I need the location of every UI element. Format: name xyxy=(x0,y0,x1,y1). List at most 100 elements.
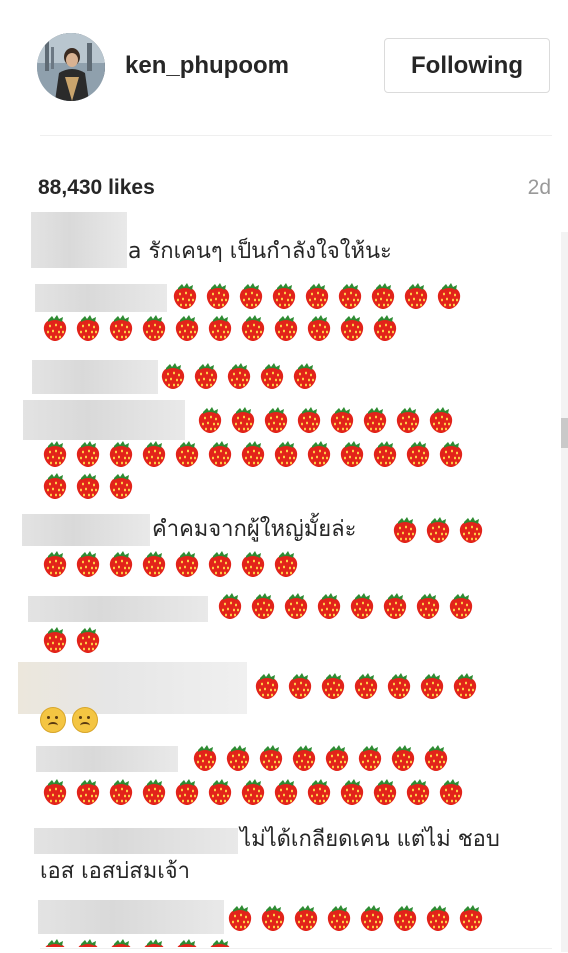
divider xyxy=(40,948,552,949)
strawberry-icon xyxy=(337,313,367,343)
strawberry-icon xyxy=(403,439,433,469)
strawberry-icon xyxy=(139,313,169,343)
strawberry-icon xyxy=(401,281,431,311)
strawberry-icon xyxy=(370,313,400,343)
strawberry-icon xyxy=(172,549,202,579)
strawberry-icon xyxy=(281,591,311,621)
strawberry-icon xyxy=(290,361,320,391)
strawberry-icon xyxy=(73,777,103,807)
comment-text: ไม่ได้เกลียดเคน แต่ไม่ ชอบเอส เอสบ่สมเจ้… xyxy=(40,827,500,884)
strawberry-icon xyxy=(285,671,315,701)
strawberry-icon xyxy=(423,515,453,545)
strawberry-icon xyxy=(228,405,258,435)
redacted-username xyxy=(22,514,150,546)
strawberry-icon xyxy=(205,937,235,947)
strawberry-icon xyxy=(205,439,235,469)
strawberry-icon xyxy=(106,549,136,579)
strawberry-icon xyxy=(421,743,451,773)
post-header: ken_phupoom Following xyxy=(0,0,568,136)
strawberry-icon xyxy=(170,281,200,311)
emoji-row xyxy=(158,360,323,392)
strawberry-icon xyxy=(413,591,443,621)
strawberry-icon xyxy=(304,439,334,469)
strawberry-icon xyxy=(40,313,70,343)
strawberry-icon xyxy=(139,777,169,807)
post-age[interactable]: 2d xyxy=(528,176,551,200)
strawberry-icon xyxy=(390,903,420,933)
username[interactable]: ken_phupoom xyxy=(125,52,289,80)
emoji-row xyxy=(390,514,489,546)
strawberry-icon xyxy=(370,777,400,807)
divider xyxy=(40,135,552,136)
strawberry-icon xyxy=(271,777,301,807)
strawberry-icon xyxy=(106,937,136,947)
strawberry-icon xyxy=(347,591,377,621)
emoji-row xyxy=(252,670,483,702)
strawberry-icon xyxy=(335,281,365,311)
strawberry-icon xyxy=(205,313,235,343)
comment-text: คำคมจากผู้ใหญ่มั้ยล่ะ xyxy=(152,517,357,542)
emoji-row xyxy=(40,624,106,656)
emoji-row xyxy=(40,470,139,502)
emoji-row xyxy=(40,936,238,947)
strawberry-icon xyxy=(238,439,268,469)
strawberry-icon xyxy=(215,591,245,621)
strawberry-icon xyxy=(106,313,136,343)
strawberry-icon xyxy=(289,743,319,773)
scrollbar-thumb[interactable] xyxy=(561,418,568,448)
strawberry-icon xyxy=(446,591,476,621)
strawberry-icon xyxy=(158,361,188,391)
strawberry-icon xyxy=(139,439,169,469)
strawberry-icon xyxy=(304,313,334,343)
emoji-row xyxy=(40,438,469,470)
scrollbar-track[interactable] xyxy=(561,232,568,952)
strawberry-icon xyxy=(205,777,235,807)
strawberry-icon xyxy=(40,777,70,807)
strawberry-icon xyxy=(390,515,420,545)
strawberry-icon xyxy=(73,471,103,501)
emoji-row xyxy=(190,742,454,774)
avatar[interactable] xyxy=(37,33,105,101)
strawberry-icon xyxy=(388,743,418,773)
emoji-row xyxy=(170,280,467,312)
strawberry-icon xyxy=(393,405,423,435)
redacted-username xyxy=(28,596,208,622)
likes-count[interactable]: 88,430 likes xyxy=(38,176,155,200)
strawberry-icon xyxy=(456,903,486,933)
strawberry-icon xyxy=(291,903,321,933)
strawberry-icon xyxy=(172,937,202,947)
strawberry-icon xyxy=(40,937,70,947)
strawberry-icon xyxy=(355,743,385,773)
frowning-face-icon xyxy=(40,707,66,733)
strawberry-icon xyxy=(271,313,301,343)
strawberry-icon xyxy=(40,471,70,501)
comment-text: a รักเคนๆ เป็นกำลังใจให้นะ xyxy=(128,239,392,264)
strawberry-icon xyxy=(403,777,433,807)
strawberry-icon xyxy=(225,903,255,933)
strawberry-icon xyxy=(223,743,253,773)
strawberry-icon xyxy=(73,549,103,579)
strawberry-icon xyxy=(172,439,202,469)
strawberry-icon xyxy=(294,405,324,435)
strawberry-icon xyxy=(40,625,70,655)
strawberry-icon xyxy=(73,313,103,343)
strawberry-icon xyxy=(248,591,278,621)
strawberry-icon xyxy=(172,777,202,807)
strawberry-icon xyxy=(434,281,464,311)
redacted-username xyxy=(35,284,167,312)
strawberry-icon xyxy=(271,549,301,579)
emoji-row xyxy=(195,404,459,436)
strawberry-icon xyxy=(337,439,367,469)
strawberry-icon xyxy=(236,281,266,311)
strawberry-icon xyxy=(423,903,453,933)
strawberry-icon xyxy=(256,743,286,773)
strawberry-icon xyxy=(337,777,367,807)
strawberry-icon xyxy=(380,591,410,621)
emoji-row xyxy=(225,902,489,934)
strawberry-icon xyxy=(368,281,398,311)
strawberry-icon xyxy=(238,777,268,807)
frown-row xyxy=(40,704,104,736)
redacted-username xyxy=(23,400,185,440)
following-button[interactable]: Following xyxy=(384,38,550,93)
strawberry-icon xyxy=(203,281,233,311)
